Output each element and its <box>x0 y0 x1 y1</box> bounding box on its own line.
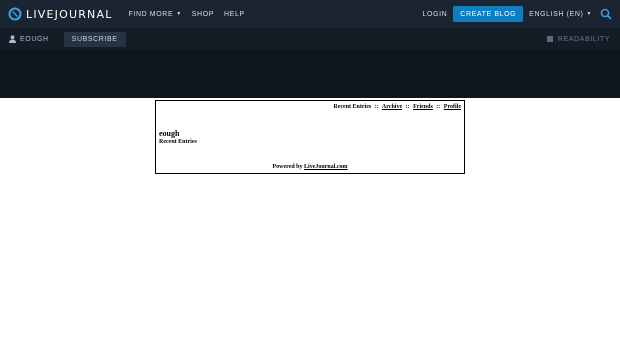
nav-shop[interactable]: SHOP <box>192 11 214 18</box>
livejournal-pencil-icon <box>8 7 22 21</box>
journal-nav: Recent Entries :: Archive :: Friends :: … <box>333 104 461 110</box>
livejournal-link[interactable]: LiveJournal.com <box>304 164 348 170</box>
header-actions: LOGIN CREATE BLOG ENGLISH (EN) ▼ <box>423 0 620 28</box>
nav-profile-link[interactable]: Profile <box>444 104 461 110</box>
readability-label: READABILITY <box>557 35 610 43</box>
nav-separator: :: <box>436 104 441 110</box>
journal-title: eough <box>159 129 180 138</box>
nav-help[interactable]: HELP <box>224 11 245 18</box>
nav-separator: :: <box>405 104 410 110</box>
create-blog-button[interactable]: CREATE BLOG <box>453 6 524 22</box>
main-nav: FIND MORE ▼ SHOP HELP <box>129 11 255 18</box>
nav-separator: :: <box>374 104 379 110</box>
nav-find-more-label: FIND MORE <box>128 10 174 18</box>
nav-find-more[interactable]: FIND MORE ▼ <box>129 11 182 18</box>
journal-subbar: EOUGH SUBSCRIBE READABILITY <box>0 28 620 50</box>
readability-icon <box>546 36 553 42</box>
nav-recent-entries: Recent Entries <box>333 104 372 110</box>
logo-text: LIVEJOURNAL <box>26 7 113 21</box>
journal-content-box: Recent Entries :: Archive :: Friends :: … <box>155 100 465 174</box>
readability-toggle[interactable]: READABILITY <box>546 28 610 50</box>
header-banner <box>0 50 620 98</box>
language-label: ENGLISH (EN) <box>529 10 584 18</box>
footer-prefix: Powered by <box>272 164 305 170</box>
nav-archive-link[interactable]: Archive <box>382 104 402 110</box>
login-link[interactable]: LOGIN <box>423 11 448 18</box>
subscribe-button[interactable]: SUBSCRIBE <box>63 31 126 47</box>
chevron-down-icon: ▼ <box>586 11 592 17</box>
journal-subtitle: Recent Entries <box>159 139 197 145</box>
journal-username: EOUGH <box>20 35 49 43</box>
chevron-down-icon: ▼ <box>176 11 182 17</box>
journal-footer: Powered by LiveJournal.com <box>156 164 464 170</box>
livejournal-logo[interactable]: LIVEJOURNAL <box>8 0 113 28</box>
search-icon[interactable] <box>600 7 614 21</box>
user-icon <box>9 35 16 43</box>
nav-friends-link[interactable]: Friends <box>413 104 433 110</box>
journal-user-link[interactable]: EOUGH <box>9 35 49 43</box>
top-navigation-bar: LIVEJOURNAL FIND MORE ▼ SHOP HELP LOGIN … <box>0 0 620 28</box>
language-selector[interactable]: ENGLISH (EN) ▼ <box>529 11 592 18</box>
